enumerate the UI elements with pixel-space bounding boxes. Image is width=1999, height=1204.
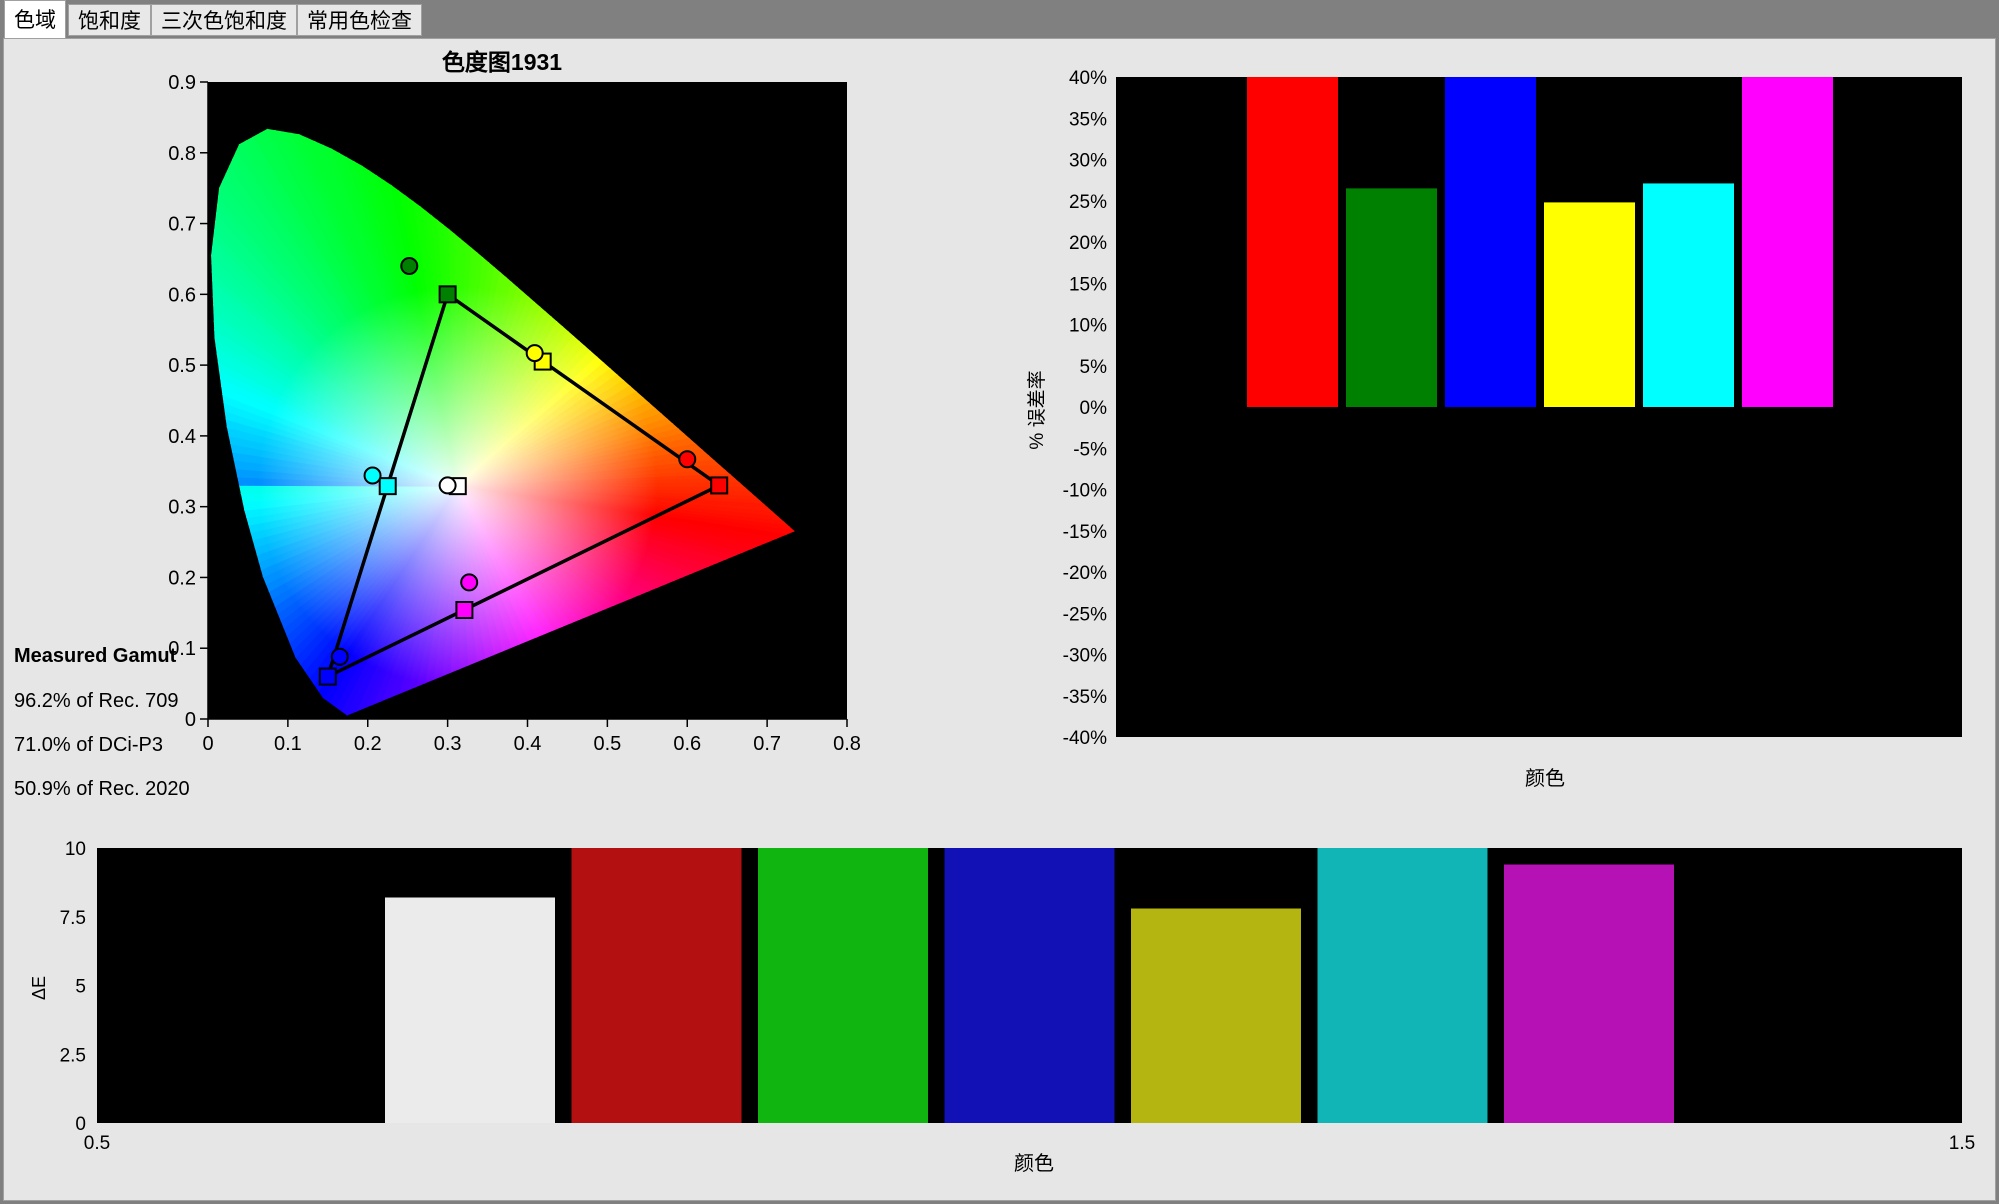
delta-e-x-tick-left: 0.5 — [84, 1133, 110, 1154]
reference-point-cyan — [378, 477, 397, 496]
cie-x-tick-label: 0.3 — [434, 733, 462, 755]
cie-x-tick-label: 0.5 — [593, 733, 621, 755]
gamut-rec2020: 50.9% of Rec. 2020 — [14, 778, 190, 800]
cie-x-tick-label: 0.8 — [833, 733, 861, 755]
error-bar — [1742, 77, 1833, 407]
error-y-tick-label: -30% — [1063, 646, 1107, 667]
cie-y-tick-label: 0.4 — [168, 426, 196, 448]
delta-e-y-tick-label: 5 — [75, 977, 86, 998]
error-y-tick-label: -5% — [1073, 439, 1107, 460]
error-y-tick-label: 30% — [1069, 151, 1107, 172]
delta-e-y-label: ΔE — [29, 976, 49, 1000]
cie-y-tick-label: 0.5 — [168, 355, 196, 377]
cie-chart-title: 色度图1931 — [442, 49, 562, 75]
error-y-tick-label: -10% — [1063, 481, 1107, 502]
error-bar — [1247, 77, 1338, 407]
delta-e-bar — [571, 848, 742, 1123]
error-y-tick-label: -20% — [1063, 563, 1107, 584]
delta-e-x-label: 颜色 — [1014, 1152, 1054, 1175]
error-plot-area — [1116, 77, 1962, 737]
cie-x-tick-label: 0.6 — [673, 733, 701, 755]
delta-e-y-tick-label: 7.5 — [60, 908, 86, 929]
cie-y-tick-label: 0.8 — [168, 143, 196, 165]
error-y-tick-label: 25% — [1069, 192, 1107, 213]
cie-x-tick-label: 0.7 — [753, 733, 781, 755]
delta-e-y-tick-label: 0 — [75, 1114, 86, 1135]
error-x-label: 颜色 — [1525, 767, 1565, 790]
delta-e-bars — [385, 848, 1674, 1123]
delta-e-y-tick-label: 10 — [65, 839, 86, 860]
error-y-axis: 40% 35% 30% 25% 20% 15% 10% 5% 0% -5% -10% -15% -20%… — [1063, 68, 1107, 749]
reference-point-blue — [318, 667, 337, 686]
cie-x-tick-label: 0.4 — [514, 733, 542, 755]
error-y-tick-label: 20% — [1069, 233, 1107, 254]
delta-e-bar — [758, 848, 928, 1123]
gamut-summary-title: Measured Gamut — [14, 645, 177, 667]
cie-chart: 色度图1931 0 0.1 0.2 0.3 0.4 0.5 0.6 0.7 0.8 0 0.1 0.… — [168, 49, 861, 755]
delta-e-x-tick-right: 1.5 — [1949, 1133, 1975, 1154]
delta-e-bar — [1131, 908, 1301, 1123]
delta-e-bar — [1317, 848, 1488, 1123]
measured-point-magenta — [460, 573, 479, 592]
reference-point-magenta — [455, 601, 474, 620]
reference-point-red — [710, 476, 729, 495]
charts-canvas: 色度图1931 0 0.1 0.2 0.3 0.4 0.5 0.6 0.7 0.8 0 0.1 0.… — [29, 49, 1975, 1175]
cie-y-tick-label: 0 — [185, 709, 196, 731]
error-bar — [1643, 183, 1734, 407]
error-y-tick-label: -15% — [1063, 522, 1107, 543]
error-y-tick-label: -25% — [1063, 604, 1107, 625]
delta-e-chart: 10 7.5 5 2.5 0 0.5 1.5 ΔE 颜色 — [29, 839, 1975, 1175]
error-y-tick-label: -35% — [1063, 687, 1107, 708]
gamut-dcip3: 71.0% of DCi-P3 — [14, 734, 163, 756]
error-y-tick-label: 35% — [1069, 109, 1107, 130]
measured-point-cyan — [363, 466, 382, 485]
cie-y-tick-label: 0.2 — [168, 567, 196, 589]
cie-y-axis: 00.10.20.30.40.50.60.70.80.9 — [168, 72, 209, 731]
measured-point-white — [438, 476, 457, 495]
delta-e-bar — [1504, 864, 1674, 1123]
measured-point-yellow — [525, 344, 544, 363]
measured-point-red — [678, 450, 697, 469]
cie-x-axis: 0 0.1 0.2 0.3 0.4 0.5 0.6 0.7 0.8 — [202, 718, 861, 755]
delta-e-bar — [944, 848, 1115, 1123]
cie-y-tick-label: 0.9 — [168, 72, 196, 94]
error-y-tick-label: 10% — [1069, 316, 1107, 337]
error-y-tick-label: 40% — [1069, 68, 1107, 89]
cie-x-tick-label: 0.1 — [274, 733, 302, 755]
error-y-label: % 误差率 — [1026, 370, 1048, 449]
reference-point-green — [438, 285, 457, 304]
cie-y-tick-label: 0.6 — [168, 284, 196, 306]
delta-e-y-tick-label: 2.5 — [60, 1045, 86, 1066]
cie-x-tick-label: 0.2 — [354, 733, 382, 755]
error-bar — [1346, 188, 1437, 407]
error-y-tick-label: 0% — [1080, 398, 1108, 419]
gamut-rec709: 96.2% of Rec. 709 — [14, 690, 179, 712]
error-y-tick-label: 15% — [1069, 274, 1107, 295]
error-y-tick-label: 5% — [1080, 357, 1108, 378]
cie-y-tick-label: 0.3 — [168, 497, 196, 519]
tab-gamut[interactable]: 色域 — [4, 0, 66, 38]
measured-point-blue — [330, 647, 349, 666]
delta-e-bar — [385, 897, 555, 1123]
error-y-tick-label: -40% — [1063, 728, 1107, 749]
error-bar — [1544, 202, 1635, 407]
measured-point-green — [400, 257, 419, 276]
delta-e-y-axis: 10 7.5 5 2.5 0 — [60, 839, 86, 1135]
cie-y-tick-label: 0.7 — [168, 214, 196, 236]
error-bar-chart: 40% 35% 30% 25% 20% 15% 10% 5% 0% -5% -10% -15% -20%… — [1026, 68, 1962, 790]
error-bar — [1445, 77, 1536, 407]
cie-x-tick-label: 0 — [202, 733, 213, 755]
